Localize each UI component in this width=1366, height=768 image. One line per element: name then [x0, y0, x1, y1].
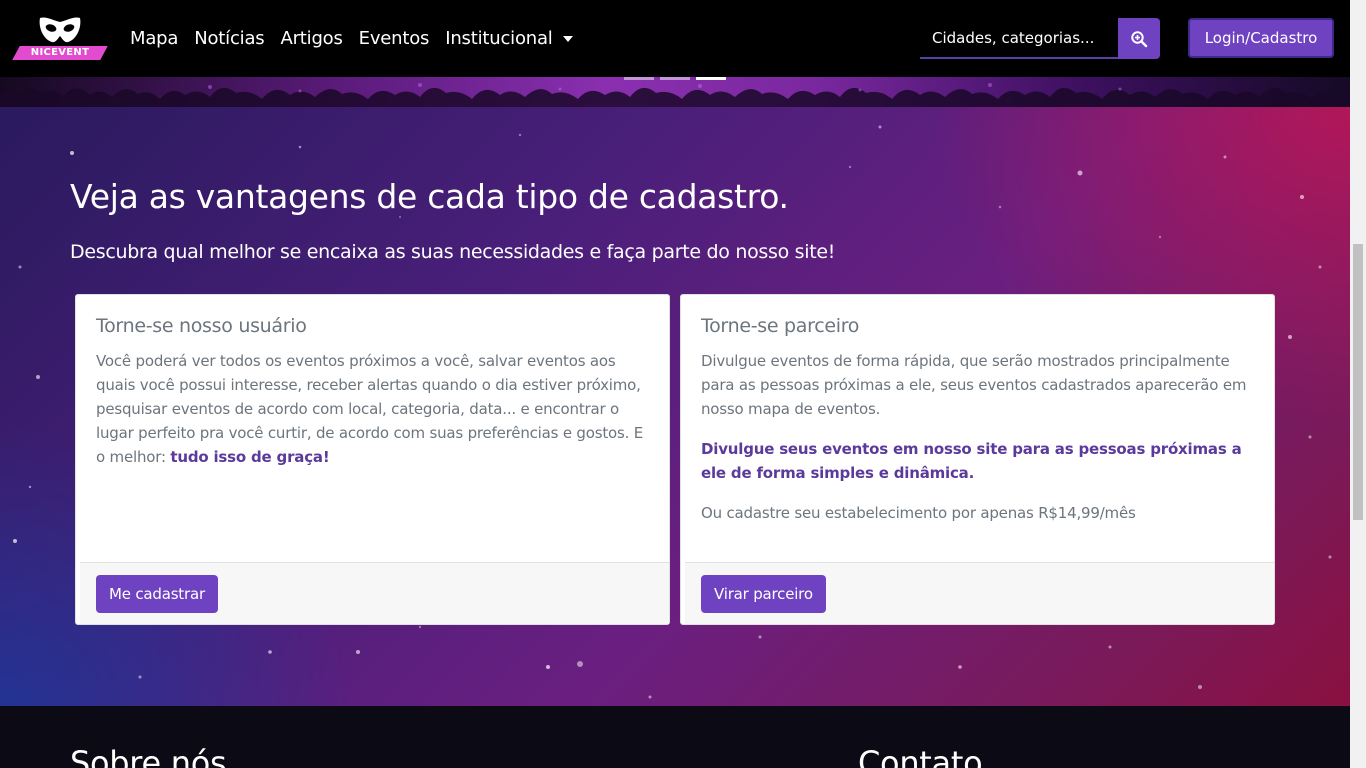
nav-link-noticias[interactable]: Notícias [194, 28, 264, 49]
carousel-indicator-2[interactable] [660, 77, 690, 80]
partner-card-footer: Virar parceiro [685, 562, 1274, 624]
carousel-indicator-3[interactable] [696, 77, 726, 80]
top-navbar: NICEVENT Mapa Notícias Artigos Eventos I… [0, 0, 1350, 77]
signup-section-title: Veja as vantagens de cada tipo de cadast… [70, 177, 789, 216]
user-card-title: Torne-se nosso usuário [96, 315, 307, 337]
search-button[interactable] [1118, 18, 1160, 59]
user-signup-card: Torne-se nosso usuário Você poderá ver t… [75, 294, 670, 625]
page-scrollbar[interactable] [1350, 0, 1366, 768]
user-card-text: Você poderá ver todos os eventos próximo… [96, 349, 649, 469]
user-card-body: Torne-se nosso usuário Você poderá ver t… [76, 295, 669, 489]
carousel-indicator-1[interactable] [624, 77, 654, 80]
nav-links: Mapa Notícias Artigos Eventos Institucio… [130, 0, 589, 77]
partner-card-title: Torne-se parceiro [701, 315, 860, 337]
partner-signup-card: Torne-se parceiro Divulgue eventos de fo… [680, 294, 1275, 625]
partner-card-body: Torne-se parceiro Divulgue eventos de fo… [681, 295, 1274, 545]
nav-link-mapa[interactable]: Mapa [130, 28, 178, 49]
partner-card-highlight: Divulgue seus eventos em nosso site para… [701, 440, 1242, 482]
hero-carousel [0, 77, 1350, 107]
user-card-text-highlight: tudo isso de graça! [170, 448, 330, 466]
search-form [920, 18, 1160, 59]
user-card-footer: Me cadastrar [80, 562, 669, 624]
signup-section-subtitle: Descubra qual melhor se encaixa as suas … [70, 241, 836, 263]
footer-contact-heading: Contato [858, 744, 983, 768]
scrollbar-thumb[interactable] [1353, 244, 1363, 520]
partner-card-price-note: Ou cadastre seu estabelecimento por apen… [701, 504, 1136, 522]
caret-down-icon [562, 35, 573, 42]
brand-logo[interactable]: NICEVENT [12, 14, 108, 62]
signup-user-button[interactable]: Me cadastrar [96, 574, 218, 613]
nav-link-eventos[interactable]: Eventos [359, 28, 430, 49]
signup-section: Veja as vantagens de cada tipo de cadast… [0, 107, 1350, 706]
login-signup-button[interactable]: Login/Cadastro [1188, 18, 1334, 58]
logo-text: NICEVENT [30, 47, 90, 58]
become-partner-button[interactable]: Virar parceiro [701, 574, 826, 613]
search-input[interactable] [920, 18, 1118, 59]
partner-card-text: Divulgue eventos de forma rápida, que se… [701, 352, 1247, 418]
footer-about-heading: Sobre nós [70, 744, 227, 768]
nav-link-artigos[interactable]: Artigos [280, 28, 342, 49]
search-zoom-icon [1131, 30, 1148, 47]
page-footer: Sobre nós Contato [0, 706, 1350, 768]
nav-dropdown-institucional[interactable]: Institucional [445, 28, 573, 49]
crowd-image [0, 83, 1350, 107]
mask-icon [39, 17, 81, 43]
nav-dropdown-label: Institucional [445, 28, 553, 49]
